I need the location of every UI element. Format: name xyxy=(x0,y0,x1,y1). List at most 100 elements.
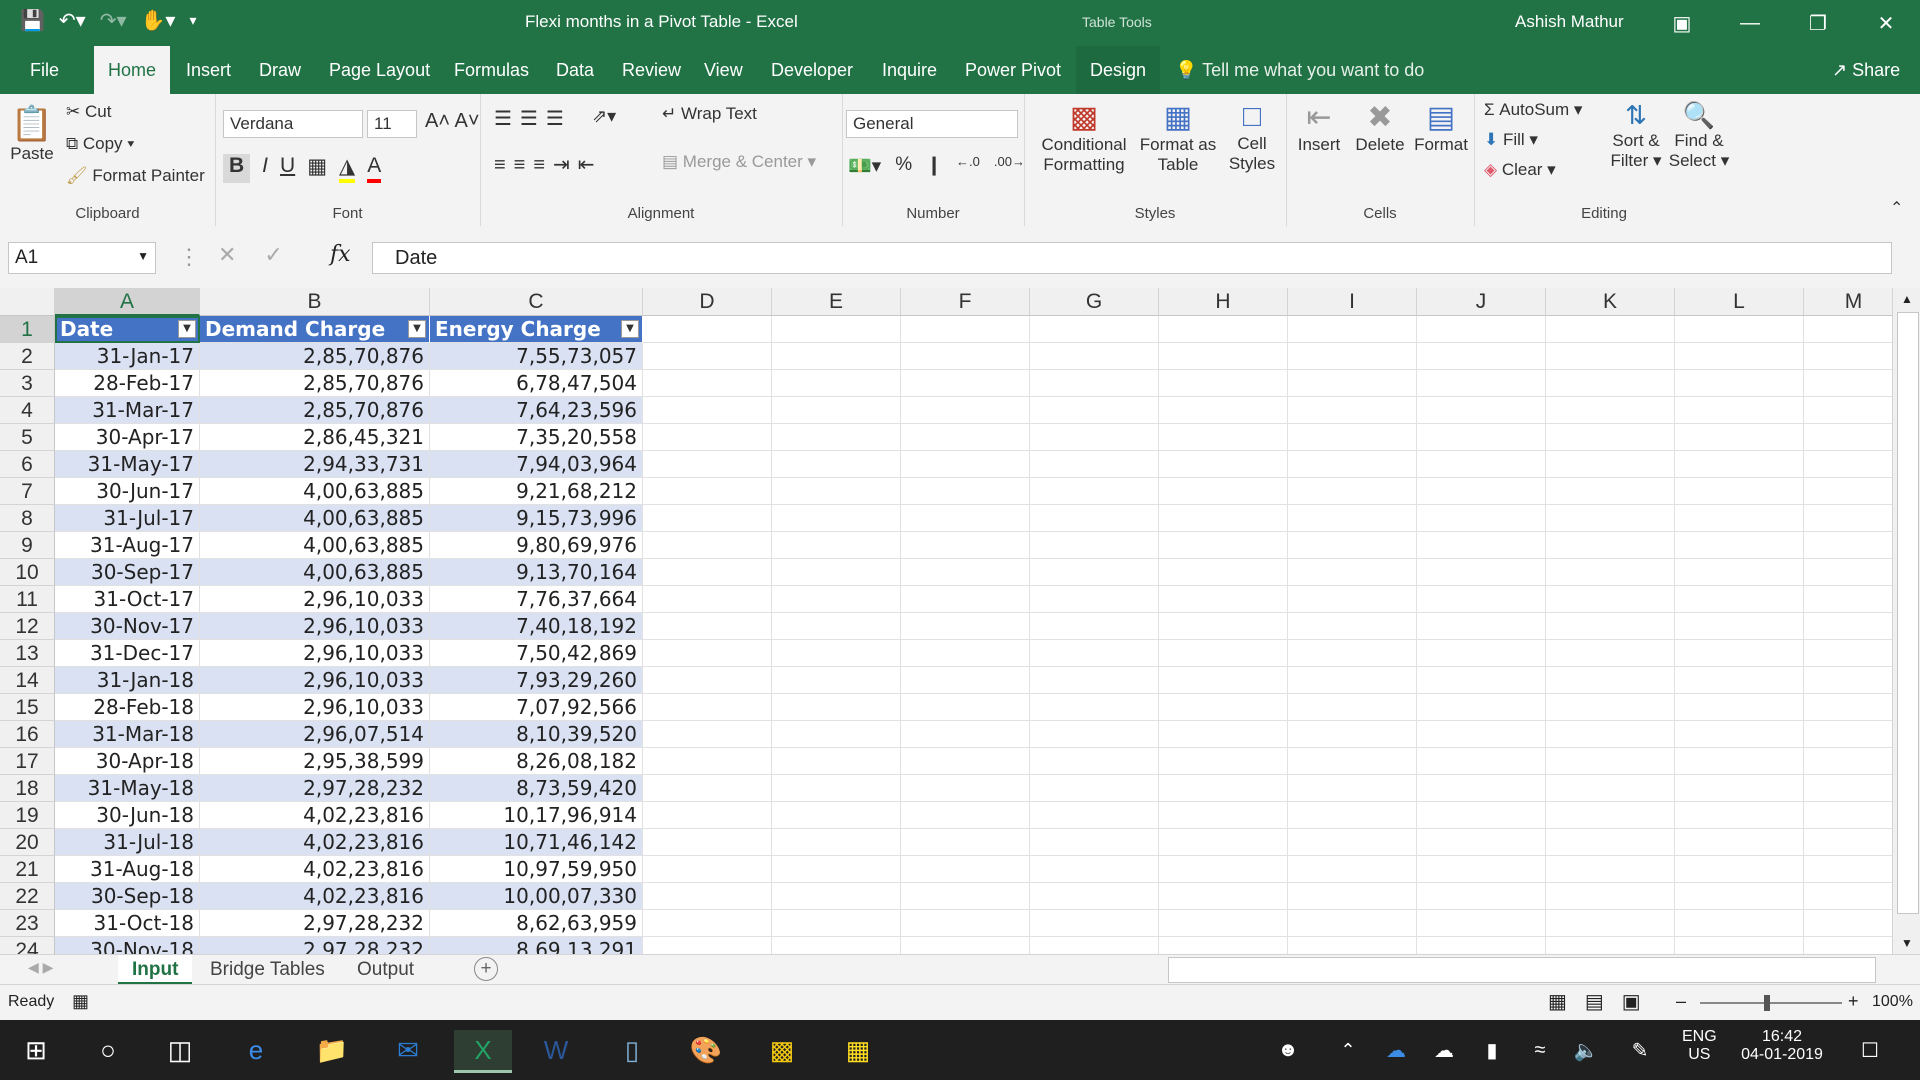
empty-cell[interactable] xyxy=(1546,316,1675,343)
volume-icon[interactable]: 🔈 xyxy=(1566,1030,1606,1070)
empty-cell[interactable] xyxy=(1417,640,1546,667)
empty-cell[interactable] xyxy=(1546,694,1675,721)
table-header-cell[interactable]: Energy Charge ▼ xyxy=(430,316,643,343)
horizontal-scrollbar[interactable] xyxy=(1168,957,1876,983)
empty-cell[interactable] xyxy=(1288,370,1417,397)
table-cell[interactable]: 30-Jun-18 xyxy=(55,802,200,829)
notepad-icon[interactable]: ▯ xyxy=(612,1030,652,1070)
empty-cell[interactable] xyxy=(772,451,901,478)
empty-cell[interactable] xyxy=(1804,613,1904,640)
empty-cell[interactable] xyxy=(1804,478,1904,505)
tab-design[interactable]: Design xyxy=(1076,46,1161,94)
redo-icon[interactable]: ↷▾ xyxy=(100,8,127,33)
close-icon[interactable]: ✕ xyxy=(1852,0,1920,46)
zoom-slider[interactable] xyxy=(1700,1002,1842,1004)
empty-cell[interactable] xyxy=(1675,748,1804,775)
empty-cell[interactable] xyxy=(1417,910,1546,937)
empty-cell[interactable] xyxy=(1546,559,1675,586)
empty-cell[interactable] xyxy=(1417,937,1546,954)
empty-cell[interactable] xyxy=(1804,856,1904,883)
empty-cell[interactable] xyxy=(1159,829,1288,856)
empty-cell[interactable] xyxy=(1546,424,1675,451)
empty-cell[interactable] xyxy=(1417,370,1546,397)
empty-cell[interactable] xyxy=(1159,505,1288,532)
empty-cell[interactable] xyxy=(1804,910,1904,937)
empty-cell[interactable] xyxy=(1675,397,1804,424)
empty-cell[interactable] xyxy=(1675,316,1804,343)
table-cell[interactable]: 2,97,28,232 xyxy=(200,775,430,802)
language-indicator[interactable]: ENG US xyxy=(1682,1028,1717,1064)
empty-cell[interactable] xyxy=(901,883,1030,910)
empty-cell[interactable] xyxy=(1675,775,1804,802)
empty-cell[interactable] xyxy=(1804,424,1904,451)
empty-cell[interactable] xyxy=(1159,532,1288,559)
empty-cell[interactable] xyxy=(1030,370,1159,397)
empty-cell[interactable] xyxy=(772,748,901,775)
table-cell[interactable]: 31-Jan-17 xyxy=(55,343,200,370)
row-header[interactable]: 23 xyxy=(0,910,55,937)
empty-cell[interactable] xyxy=(1288,856,1417,883)
empty-cell[interactable] xyxy=(1417,424,1546,451)
empty-cell[interactable] xyxy=(772,397,901,424)
empty-cell[interactable] xyxy=(1546,910,1675,937)
table-cell[interactable]: 2,97,28,232 xyxy=(200,910,430,937)
empty-cell[interactable] xyxy=(901,478,1030,505)
empty-cell[interactable] xyxy=(1159,883,1288,910)
table-cell[interactable]: 6,78,47,504 xyxy=(430,370,643,397)
empty-cell[interactable] xyxy=(1675,829,1804,856)
table-cell[interactable]: 2,96,10,033 xyxy=(200,694,430,721)
table-cell[interactable]: 9,21,68,212 xyxy=(430,478,643,505)
empty-cell[interactable] xyxy=(1417,721,1546,748)
table-cell[interactable]: 31-May-18 xyxy=(55,775,200,802)
empty-cell[interactable] xyxy=(1030,883,1159,910)
task-view-icon[interactable]: ◫ xyxy=(160,1030,200,1070)
borders-icon[interactable]: ▦ xyxy=(307,154,327,183)
table-cell[interactable]: 2,95,38,599 xyxy=(200,748,430,775)
empty-cell[interactable] xyxy=(1804,748,1904,775)
column-header-j[interactable]: J xyxy=(1417,288,1546,316)
empty-cell[interactable] xyxy=(1288,532,1417,559)
empty-cell[interactable] xyxy=(643,910,772,937)
select-all-corner[interactable] xyxy=(0,288,55,316)
empty-cell[interactable] xyxy=(1288,802,1417,829)
column-header-d[interactable]: D xyxy=(643,288,772,316)
currency-icon[interactable]: 💵▾ xyxy=(848,154,881,178)
empty-cell[interactable] xyxy=(1417,343,1546,370)
empty-cell[interactable] xyxy=(901,829,1030,856)
empty-cell[interactable] xyxy=(643,937,772,954)
macro-record-icon[interactable]: ▦ xyxy=(72,991,89,1012)
find-select-button[interactable]: 🔍 Find & Select ▾ xyxy=(1668,100,1730,171)
row-header[interactable]: 10 xyxy=(0,559,55,586)
empty-cell[interactable] xyxy=(1159,370,1288,397)
table-cell[interactable]: 4,00,63,885 xyxy=(200,532,430,559)
column-header-h[interactable]: H xyxy=(1159,288,1288,316)
empty-cell[interactable] xyxy=(643,316,772,343)
row-header[interactable]: 16 xyxy=(0,721,55,748)
empty-cell[interactable] xyxy=(1159,910,1288,937)
empty-cell[interactable] xyxy=(1159,721,1288,748)
table-cell[interactable]: 31-Mar-18 xyxy=(55,721,200,748)
empty-cell[interactable] xyxy=(901,640,1030,667)
table-cell[interactable]: 31-Oct-18 xyxy=(55,910,200,937)
row-header[interactable]: 14 xyxy=(0,667,55,694)
table-cell[interactable]: 2,85,70,876 xyxy=(200,397,430,424)
empty-cell[interactable] xyxy=(1030,316,1159,343)
empty-cell[interactable] xyxy=(1030,586,1159,613)
empty-cell[interactable] xyxy=(1030,775,1159,802)
table-header-cell[interactable]: Date ▼ xyxy=(55,316,200,343)
empty-cell[interactable] xyxy=(1804,802,1904,829)
table-cell[interactable]: 31-Aug-18 xyxy=(55,856,200,883)
empty-cell[interactable] xyxy=(1159,478,1288,505)
empty-cell[interactable] xyxy=(1804,586,1904,613)
empty-cell[interactable] xyxy=(1159,694,1288,721)
empty-cell[interactable] xyxy=(1417,532,1546,559)
empty-cell[interactable] xyxy=(1030,694,1159,721)
empty-cell[interactable] xyxy=(1804,397,1904,424)
empty-cell[interactable] xyxy=(1804,559,1904,586)
column-header-m[interactable]: M xyxy=(1804,288,1904,316)
table-cell[interactable]: 10,17,96,914 xyxy=(430,802,643,829)
empty-cell[interactable] xyxy=(1675,424,1804,451)
table-cell[interactable]: 10,71,46,142 xyxy=(430,829,643,856)
empty-cell[interactable] xyxy=(1030,829,1159,856)
empty-cell[interactable] xyxy=(901,748,1030,775)
